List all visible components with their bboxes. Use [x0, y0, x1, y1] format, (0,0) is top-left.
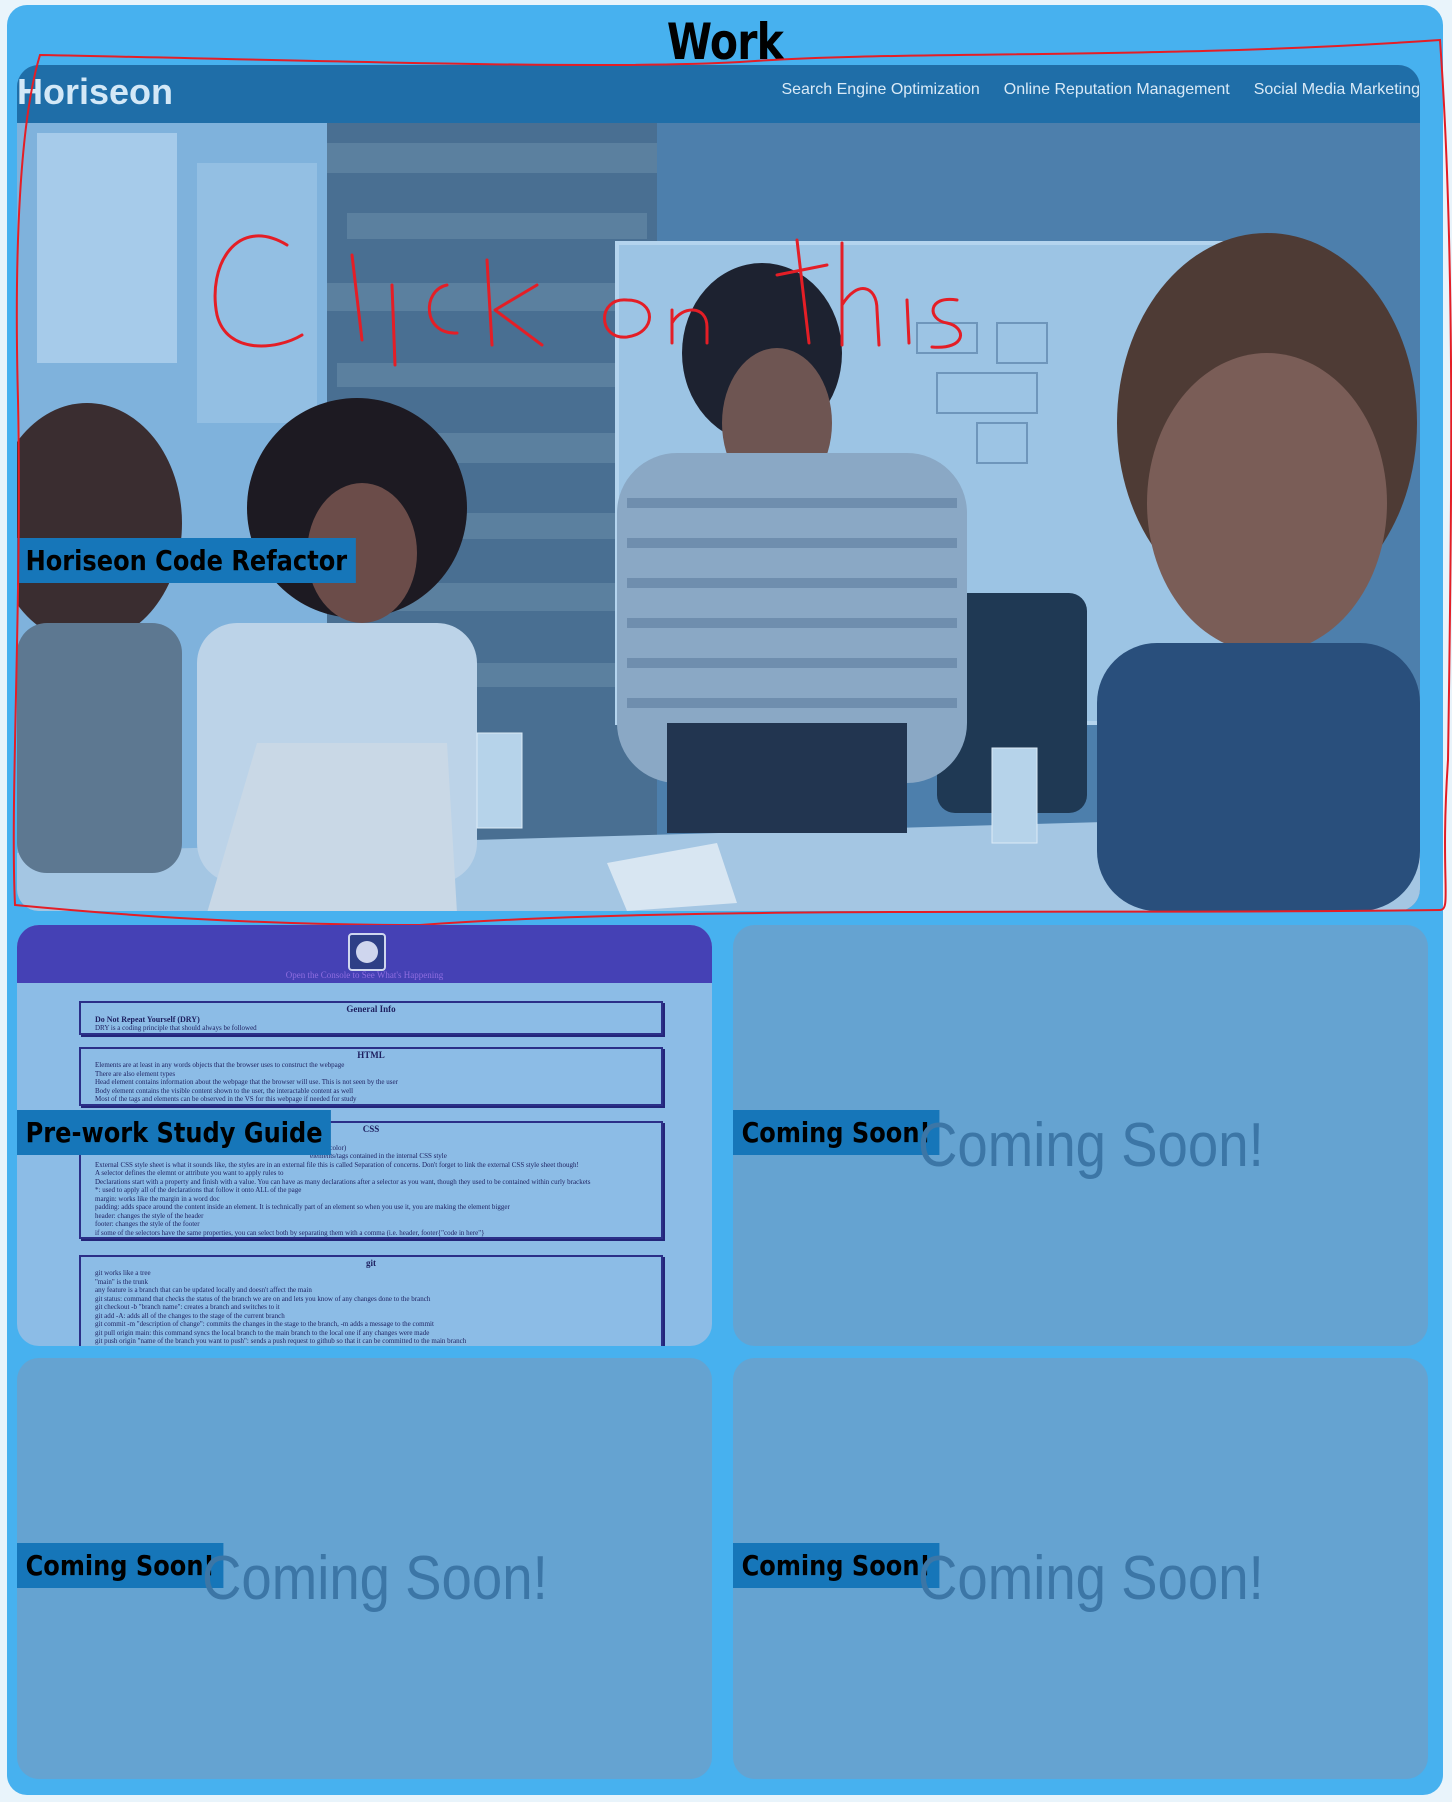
section-heading: General Info — [346, 1004, 396, 1014]
list-item: header: changes the style of the header — [95, 1212, 661, 1221]
guide-header: Open the Console to See What's Happening — [17, 925, 712, 983]
project-card-coming-soon[interactable]: Coming Soon! Coming Soon! — [17, 1358, 712, 1779]
list-item: External CSS style sheet is what it soun… — [95, 1161, 661, 1170]
list-item: *: used to apply all of the declarations… — [95, 1186, 661, 1195]
list-item: if some of the selectors have the same p… — [95, 1229, 661, 1238]
section-subheading: Do Not Repeat Yourself (DRY) — [95, 1015, 200, 1024]
placeholder-text: Coming Soon! — [918, 1544, 1264, 1613]
guide-section: HTML Elements are at least in any words … — [79, 1047, 663, 1106]
list-item: git add -A: adds all of the changes to t… — [95, 1312, 661, 1321]
project-title-label: Coming Soon! — [17, 1543, 224, 1588]
cat-logo-icon — [348, 933, 386, 971]
project-title-label: Coming Soon! — [733, 1543, 940, 1588]
list-item: Head element contains information about … — [95, 1078, 661, 1087]
list-item: A selector defines the elemnt or attribu… — [95, 1169, 661, 1178]
list-item: padding: adds space around the content i… — [95, 1203, 661, 1212]
list-item: "main" is the trunk — [95, 1278, 661, 1287]
list-item: git commit -m "description of change": c… — [95, 1320, 661, 1329]
project-title-label: Pre-work Study Guide — [17, 1110, 332, 1155]
list-item: git status: command that checks the stat… — [95, 1295, 661, 1304]
list-item: any feature is a branch that can be upda… — [95, 1286, 661, 1295]
list-item: Most of the tags and elements can be obs… — [95, 1095, 661, 1104]
list-item: git works like a tree — [95, 1269, 661, 1278]
list-item: git push origin "name of the branch you … — [95, 1337, 661, 1346]
list-item: git pull origin main: this command syncs… — [95, 1329, 661, 1338]
project-card-study-guide[interactable]: Open the Console to See What's Happening… — [17, 925, 712, 1346]
list-item: There are also element types — [95, 1070, 661, 1079]
placeholder-text: Coming Soon! — [918, 1111, 1264, 1180]
project-card-coming-soon[interactable]: Coming Soon! Coming Soon! — [733, 925, 1428, 1346]
project-card-coming-soon[interactable]: Coming Soon! Coming Soon! — [733, 1358, 1428, 1779]
list-item: footer: changes the style of the footer — [95, 1220, 661, 1229]
guide-section: git git works like a tree "main" is the … — [79, 1255, 663, 1346]
list-item: margin: works like the margin in a word … — [95, 1195, 661, 1204]
list-item: Body element contains the visible conten… — [95, 1087, 661, 1096]
guide-subtitle: Open the Console to See What's Happening — [285, 970, 444, 980]
placeholder-text: Coming Soon! — [202, 1544, 548, 1613]
list-item: git checkout -b "branch name": creates a… — [95, 1303, 661, 1312]
section-heading: git — [366, 1258, 376, 1268]
list-item: Declarations start with a property and f… — [95, 1178, 661, 1187]
list-item: DRY is a coding principle that should al… — [95, 1024, 661, 1033]
section-heading: HTML — [357, 1050, 385, 1060]
list-item: Elements are at least in any words objec… — [95, 1061, 661, 1070]
project-title-label: Coming Soon! — [733, 1110, 940, 1155]
guide-section: General Info Do Not Repeat Yourself (DRY… — [79, 1001, 663, 1035]
